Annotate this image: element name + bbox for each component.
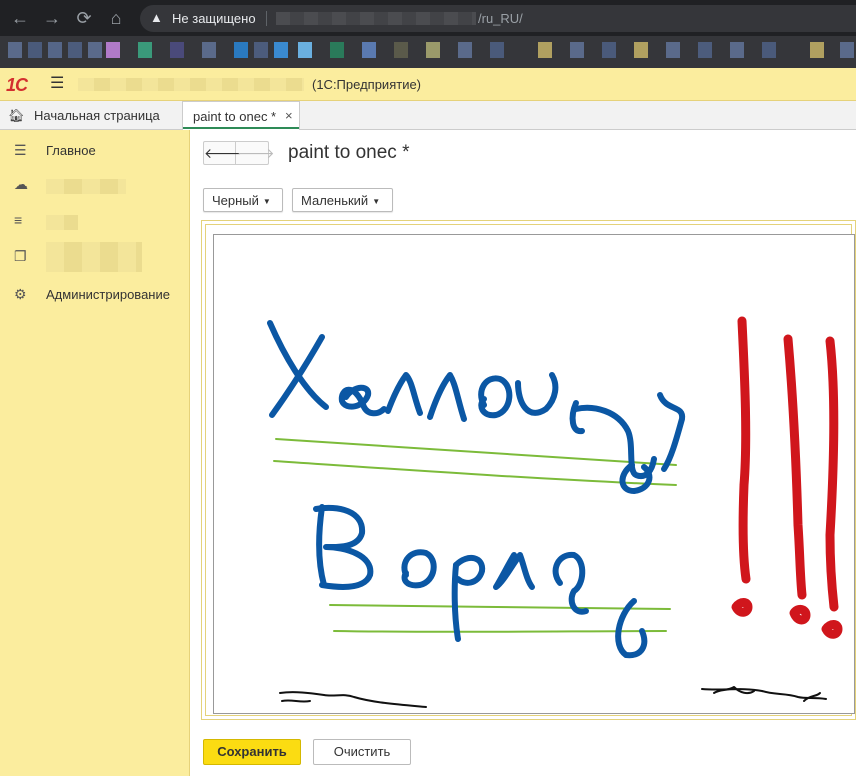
- bookmark-icon[interactable]: [666, 42, 680, 58]
- forward-arrow-icon[interactable]: 🡒: [237, 142, 275, 164]
- chevron-down-icon: ▼: [372, 197, 381, 207]
- sidebar-item-label: Главное: [46, 143, 96, 158]
- warning-icon: ▲: [150, 10, 163, 25]
- back-arrow-icon[interactable]: 🡐: [204, 142, 242, 164]
- bookmark-icon[interactable]: [570, 42, 584, 58]
- bookmark-icon[interactable]: [254, 42, 268, 58]
- green-strokes: [273, 438, 677, 633]
- bookmark-icon[interactable]: [170, 42, 184, 58]
- browser-back-icon[interactable]: ←: [8, 6, 32, 30]
- sidebar-item-redacted-2[interactable]: ≡: [0, 208, 190, 234]
- size-select-value: Маленький: [301, 193, 369, 208]
- sidebar-item-label: Администрирование: [46, 287, 170, 302]
- bookmark-icon[interactable]: [698, 42, 712, 58]
- color-select-value: Черный: [212, 193, 259, 208]
- red-strokes: [731, 316, 843, 639]
- browser-toolbar: ← → ⟳ ⌂ ▲ Не защищено /ru_RU/: [0, 0, 856, 36]
- chevron-down-icon: ▼: [262, 197, 271, 207]
- tab-home-label: Начальная страница: [34, 108, 160, 123]
- bookmark-icon[interactable]: [48, 42, 62, 58]
- menu-icon[interactable]: ☰: [50, 76, 66, 92]
- sidebar-item-redacted-1[interactable]: ☁: [0, 172, 190, 198]
- copy-documents-icon: ❐: [14, 248, 27, 264]
- bookmark-icon[interactable]: [28, 42, 42, 58]
- url-separator: [266, 11, 267, 26]
- sidebar-item-redacted-label: [46, 242, 142, 272]
- cloud-icon: ☁: [14, 176, 28, 192]
- insecure-label: Не защищено: [172, 11, 256, 26]
- bookmark-icon[interactable]: [762, 42, 776, 58]
- bookmark-icon[interactable]: [8, 42, 22, 58]
- url-path: /ru_RU/: [478, 11, 523, 26]
- canvas-frame: [201, 220, 856, 720]
- bookmark-icon[interactable]: [234, 42, 248, 58]
- document-lines-icon: ≡: [14, 212, 23, 228]
- clear-button[interactable]: Очистить: [313, 739, 411, 765]
- app-name: (1С:Предприятие): [312, 77, 422, 92]
- bookmark-icon[interactable]: [394, 42, 408, 58]
- drawing-strokes: [267, 316, 843, 708]
- form-content: 🡐 🡒 paint to onec * Черный▼ Маленький▼: [191, 130, 856, 776]
- sidebar-item-administration[interactable]: ⚙ Администрирование: [0, 282, 190, 308]
- form-title: paint to onec *: [288, 142, 410, 163]
- bookmark-icon[interactable]: [202, 42, 216, 58]
- bookmark-icon[interactable]: [106, 42, 120, 58]
- bookmark-icon[interactable]: [138, 42, 152, 58]
- sidebar-item-redacted-label: [46, 179, 126, 194]
- bookmark-icon[interactable]: [840, 42, 854, 58]
- bookmark-icon[interactable]: [298, 42, 312, 58]
- bookmark-icon[interactable]: [274, 42, 288, 58]
- gear-icon: ⚙: [14, 286, 27, 302]
- logo-1c[interactable]: 1С: [6, 75, 28, 96]
- bookmarks-bar: [0, 36, 856, 68]
- app-header: 1С ☰ (1С:Предприятие): [0, 68, 856, 101]
- sidebar-item-redacted-label: [46, 215, 78, 230]
- bookmark-icon[interactable]: [330, 42, 344, 58]
- url-host-redacted: [276, 12, 476, 25]
- browser-forward-icon[interactable]: →: [40, 6, 64, 30]
- list-icon: ☰: [14, 142, 27, 158]
- bookmark-icon[interactable]: [68, 42, 82, 58]
- form-nav-buttons: 🡐 🡒: [203, 141, 275, 165]
- tab-home[interactable]: 🏠︎ Начальная страница: [0, 101, 180, 130]
- sidebar-item-redacted-3[interactable]: ❐: [0, 242, 190, 272]
- bookmark-icon[interactable]: [634, 42, 648, 58]
- home-browser-icon[interactable]: ⌂: [104, 6, 128, 30]
- drawing-canvas[interactable]: [213, 234, 855, 714]
- close-icon[interactable]: ×: [285, 108, 293, 123]
- tab-active-label: paint to onec *: [193, 109, 277, 124]
- black-strokes: [279, 686, 827, 708]
- app-title-redacted: [78, 78, 304, 91]
- bookmark-icon[interactable]: [602, 42, 616, 58]
- color-select[interactable]: Черный ▼: [203, 188, 283, 212]
- bookmark-icon[interactable]: [426, 42, 440, 58]
- tab-paint-to-onec[interactable]: paint to onec * ×: [182, 101, 300, 131]
- sidebar-item-main[interactable]: ☰ Главное: [0, 138, 190, 164]
- bookmark-icon[interactable]: [730, 42, 744, 58]
- address-bar[interactable]: ▲ Не защищено /ru_RU/: [140, 5, 856, 32]
- sidebar: ☰ Главное ☁ ≡ ❐ ⚙ Администрирование: [0, 130, 190, 776]
- bookmark-icon[interactable]: [538, 42, 552, 58]
- bookmark-icon[interactable]: [490, 42, 504, 58]
- bookmark-icon[interactable]: [458, 42, 472, 58]
- bookmark-icon[interactable]: [362, 42, 376, 58]
- home-icon: 🏠︎: [8, 108, 25, 123]
- bookmark-icon[interactable]: [810, 42, 824, 58]
- size-select[interactable]: Маленький ▼: [292, 188, 393, 212]
- reload-icon[interactable]: ⟳: [72, 6, 96, 30]
- tab-bar: 🏠︎ Начальная страница paint to onec * ×: [0, 101, 856, 131]
- bookmark-icon[interactable]: [88, 42, 102, 58]
- save-button[interactable]: Сохранить: [203, 739, 301, 765]
